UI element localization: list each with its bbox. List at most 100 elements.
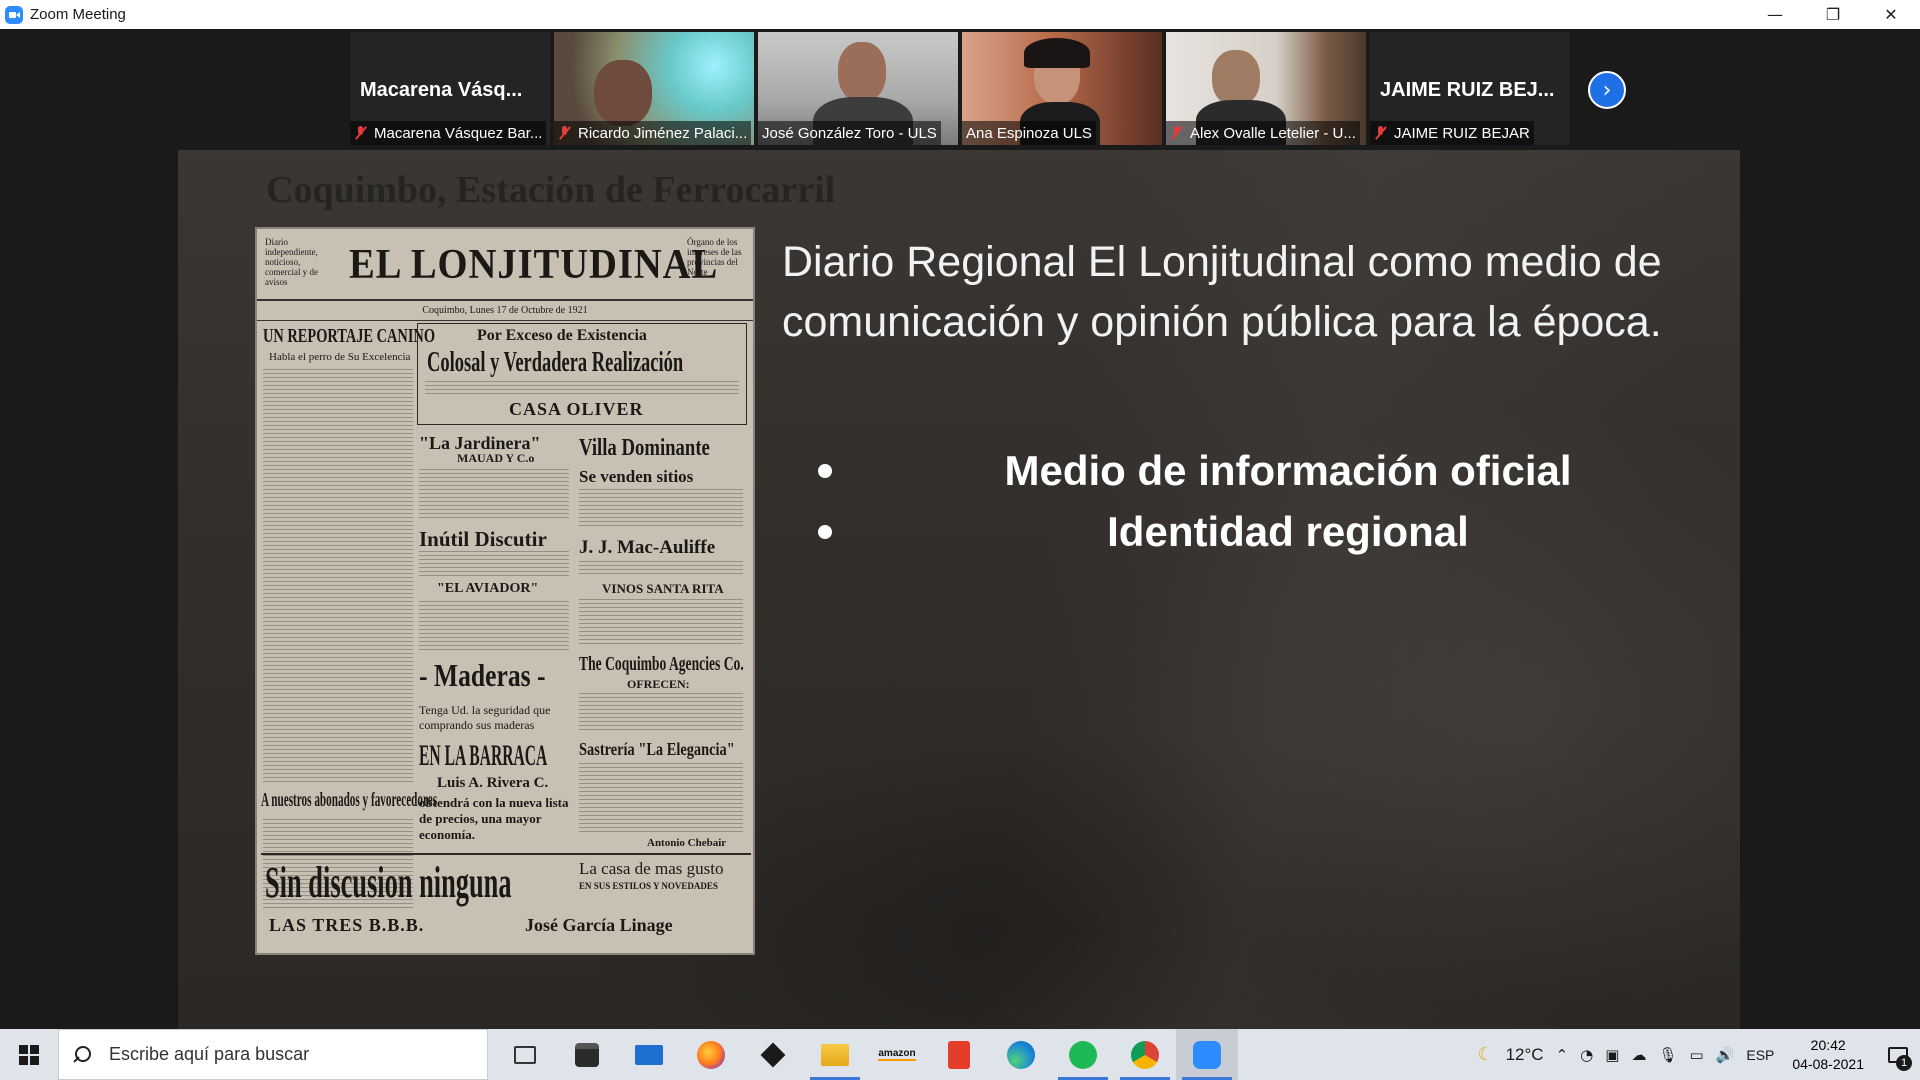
participant-tile[interactable]: Ana Espinoza ULS [962, 32, 1162, 145]
headline-ofrecen: OFRECEN: [627, 677, 690, 691]
newspaper-masthead-area: Diario independiente, noticioso, comerci… [257, 229, 753, 301]
headline-tenga: Tenga Ud. la seguridad que comprando sus… [419, 703, 551, 732]
headline-estilos: EN SUS ESTILOS Y NOVEDADES [579, 881, 718, 891]
participant-display-name: Macarena Vásq... [360, 79, 523, 101]
firefox-button[interactable] [680, 1029, 742, 1080]
microphone-icon: 🎙 [1658, 1045, 1678, 1064]
onedrive-button[interactable]: ☁ [1625, 1029, 1652, 1080]
battery-button[interactable]: ▭ [1683, 1029, 1709, 1080]
chrome-button[interactable] [1114, 1029, 1176, 1080]
window-title: Zoom Meeting [30, 6, 126, 23]
headline-colosal: Colosal y Verdadera Realización [427, 347, 684, 378]
task-view-button[interactable] [494, 1029, 556, 1080]
mail-icon [635, 1044, 663, 1065]
participant-name: Macarena Vásquez Bar... [374, 124, 543, 142]
file-explorer-icon [821, 1043, 849, 1066]
mic-muted-icon [1170, 126, 1184, 140]
participant-name: Ricardo Jiménez Palaci... [578, 124, 748, 142]
weather-temp: 12°C [1505, 1044, 1544, 1064]
next-participants-button[interactable]: › [1588, 71, 1626, 109]
headline-casa-gusto: La casa de mas gusto [579, 859, 724, 878]
store-button[interactable] [556, 1029, 618, 1080]
volume-button[interactable]: 🔊 [1710, 1029, 1741, 1080]
text-column [263, 369, 413, 784]
participant-name: Ana Espinoza ULS [966, 124, 1092, 142]
zoom-app: Zoom Meeting — ❐ ✕ Macarena Vásq... Maca… [0, 0, 1920, 1080]
dropbox-button[interactable] [742, 1029, 804, 1080]
bullet-text: Medio de información oficial [1004, 446, 1572, 494]
zoom-taskbar-button[interactable] [1176, 1029, 1238, 1080]
headline-mauad: MAUAD Y C.o [457, 451, 535, 465]
window-controls: — ❐ ✕ [1746, 0, 1920, 29]
mic-muted-icon [354, 126, 368, 140]
weather-widget[interactable]: ☾ 12°C [1471, 1029, 1549, 1080]
headline-rivera: Luis A. Rivera C. [437, 775, 549, 791]
slide-bullet-list: Medio de información oficial Identidad r… [818, 440, 1698, 562]
taskbar-apps: amazon [494, 1029, 1238, 1080]
headline-inutil: Inútil Discutir [419, 527, 547, 551]
spotify-button[interactable] [1052, 1029, 1114, 1080]
text-column [419, 601, 569, 651]
text-column [579, 693, 743, 733]
search-icon [73, 1045, 91, 1064]
participant-tile[interactable]: Ricardo Jiménez Palaci... [554, 32, 754, 145]
wifi-button[interactable]: ◔ [1574, 1029, 1599, 1080]
taskbar-search[interactable]: Escribe aquí para buscar [58, 1029, 488, 1080]
start-button[interactable] [0, 1029, 58, 1080]
participant-name: JAIME RUIZ BEJAR [1394, 124, 1530, 142]
file-explorer-button[interactable] [804, 1029, 866, 1080]
zoom-icon [1193, 1040, 1221, 1069]
chevron-right-icon: › [1602, 77, 1612, 103]
speaker-icon: 🔊 [1715, 1045, 1735, 1064]
bullet-dot [818, 464, 832, 478]
participant-label: José González Toro - ULS [758, 121, 941, 145]
restore-button[interactable]: ❐ [1804, 0, 1862, 29]
participant-tile[interactable]: JAIME RUIZ BEJ... JAIME RUIZ BEJAR [1370, 32, 1570, 145]
text-column [419, 469, 569, 519]
mic-muted-icon [558, 126, 572, 140]
text-column [579, 599, 743, 647]
amazon-icon: amazon [878, 1048, 916, 1061]
windows-taskbar: Escribe aquí para buscar amazon ☾ 12°C ⌃… [0, 1029, 1920, 1080]
newspaper-image: Diario independiente, noticioso, comerci… [255, 227, 755, 955]
headline-barraca: EN LA BARRACA [419, 739, 548, 772]
participant-tile-active[interactable]: José González Toro - ULS [758, 32, 958, 145]
store-icon [575, 1042, 599, 1067]
mail-button[interactable] [618, 1029, 680, 1080]
microphone-button[interactable]: 🎙 [1652, 1029, 1683, 1080]
edge-button[interactable] [990, 1029, 1052, 1080]
headline-reportaje: UN REPORTAJE CANINO [263, 325, 436, 347]
battery-icon: ▭ [1689, 1045, 1704, 1064]
minimize-button[interactable]: — [1746, 0, 1804, 29]
office-icon [948, 1040, 970, 1069]
headline-chebair: Antonio Chebair [647, 837, 727, 849]
headline-garcia: José García Linage [525, 915, 673, 935]
office-button[interactable] [928, 1029, 990, 1080]
task-view-icon [514, 1045, 536, 1064]
amazon-button[interactable]: amazon [866, 1029, 928, 1080]
meet-now-button[interactable]: ▣ [1599, 1029, 1625, 1080]
headline-exceso: Por Exceso de Existencia [477, 327, 647, 344]
clock-time: 20:42 [1810, 1036, 1846, 1053]
mic-muted-icon [1374, 126, 1388, 140]
headline-obtendra: obtendrá con la nueva lista de precios, … [419, 795, 569, 842]
spotify-icon [1069, 1040, 1097, 1069]
language-button[interactable]: ESP [1740, 1029, 1780, 1080]
bullet-text: Identidad regional [1107, 507, 1469, 555]
clock[interactable]: 20:42 04-08-2021 [1780, 1036, 1876, 1074]
participant-tile[interactable]: Macarena Vásq... Macarena Vásquez Bar... [350, 32, 550, 145]
slide-background-heading: Coquimbo, Estación de Ferrocarril [266, 169, 836, 211]
participant-tile[interactable]: Alex Ovalle Letelier - U... [1166, 32, 1366, 145]
headline-abonados: A nuestros abonados y favorecedores [261, 789, 438, 811]
headline-maderas: - Maderas - [419, 657, 546, 693]
windows-logo-icon [19, 1044, 39, 1065]
notifications-button[interactable]: 1 [1876, 1029, 1920, 1080]
firefox-icon [697, 1040, 725, 1069]
headline-tres-bbb: LAS TRES B.B.B. [269, 915, 425, 935]
close-button[interactable]: ✕ [1862, 0, 1920, 29]
headline-oliver: CASA OLIVER [509, 399, 644, 419]
participant-strip: Macarena Vásq... Macarena Vásquez Bar...… [350, 32, 1570, 145]
show-hidden-icons-button[interactable]: ⌃ [1550, 1029, 1575, 1080]
newspaper-dateline: Coquimbo, Lunes 17 de Octubre de 1921 [257, 301, 753, 321]
bullet-item: Medio de información oficial [818, 440, 1698, 501]
